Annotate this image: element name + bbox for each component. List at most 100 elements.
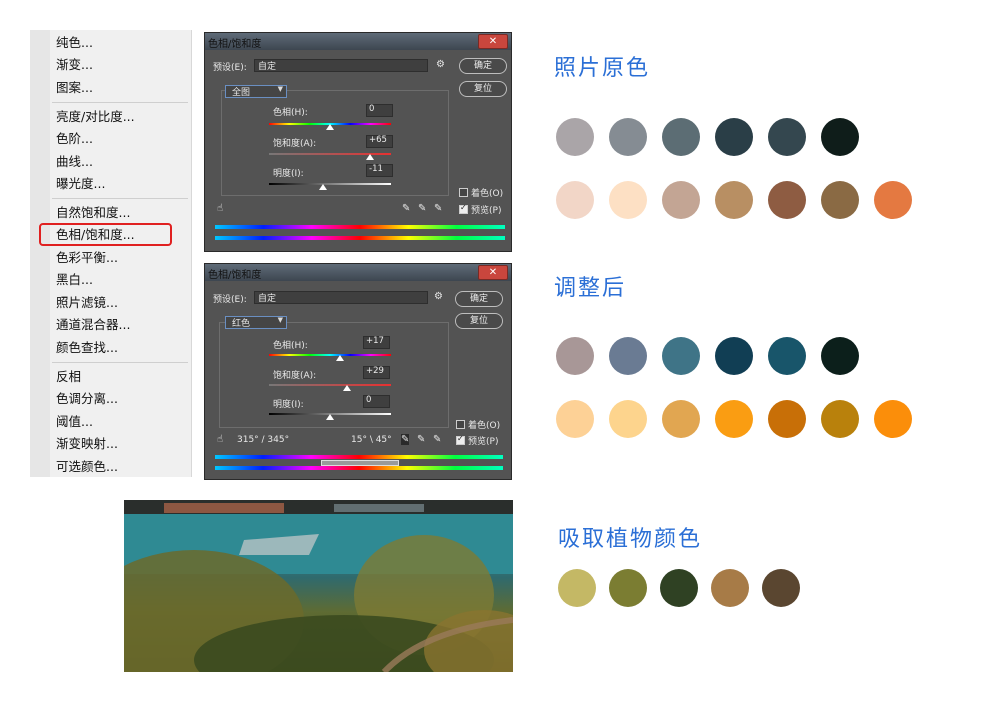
menu-separator bbox=[52, 198, 188, 199]
menu-separator bbox=[52, 102, 188, 103]
preview-label: 预览(P) bbox=[471, 206, 502, 216]
channel-select[interactable]: 全图 ▼ bbox=[225, 85, 287, 98]
color-swatch bbox=[609, 569, 647, 607]
hue-value: 0 bbox=[369, 104, 375, 114]
saturation-slider-thumb[interactable] bbox=[366, 154, 374, 160]
preset-label: 预设(E): bbox=[213, 63, 247, 73]
color-swatch bbox=[768, 337, 806, 375]
color-swatch bbox=[556, 337, 594, 375]
saturation-label: 饱和度(A): bbox=[273, 371, 317, 381]
dialog-title: 色相/饱和度 bbox=[208, 39, 262, 50]
gear-icon[interactable]: ⚙ bbox=[434, 291, 443, 302]
menu-item-photo-filter[interactable]: 照片滤镜... bbox=[56, 295, 118, 311]
eyedropper-subtract-icon[interactable]: ✎ bbox=[433, 434, 441, 445]
menu-item-channel-mixer[interactable]: 通道混合器... bbox=[56, 317, 130, 333]
preset-select[interactable]: 自定 bbox=[254, 59, 428, 72]
menu-item-posterize[interactable]: 色调分离... bbox=[56, 391, 118, 407]
color-swatch bbox=[715, 118, 753, 156]
menu-item-levels[interactable]: 色阶... bbox=[56, 131, 93, 147]
preview-checkbox[interactable] bbox=[456, 434, 465, 445]
hue-input[interactable]: +17 bbox=[363, 336, 390, 349]
hand-adjust-icon[interactable]: ☝ bbox=[217, 434, 223, 445]
hue-slider-thumb[interactable] bbox=[326, 124, 334, 130]
close-icon[interactable]: ✕ bbox=[478, 34, 508, 49]
menu-separator bbox=[52, 362, 188, 363]
preset-value: 自定 bbox=[258, 294, 277, 304]
preview-checkbox[interactable] bbox=[459, 203, 468, 214]
adjustments-menu: 纯色... 渐变... 图案... 亮度/对比度... 色阶... 曲线... … bbox=[30, 30, 192, 477]
hue-slider-thumb[interactable] bbox=[336, 355, 344, 361]
color-bar-top bbox=[215, 225, 505, 229]
color-bar-bottom bbox=[215, 236, 505, 240]
saturation-slider-thumb[interactable] bbox=[343, 385, 351, 391]
colorize-checkbox[interactable] bbox=[459, 188, 468, 197]
saturation-slider-track[interactable] bbox=[269, 384, 391, 386]
hue-value: +17 bbox=[366, 336, 384, 346]
channel-value: 全图 bbox=[232, 88, 251, 98]
lightness-label: 明度(I): bbox=[273, 400, 304, 410]
eyedropper-icon[interactable]: ✎ bbox=[402, 203, 410, 214]
color-swatch bbox=[609, 118, 647, 156]
color-swatch bbox=[715, 400, 753, 438]
heading-original: 照片原色 bbox=[554, 56, 651, 81]
menu-item-vibrance[interactable]: 自然饱和度... bbox=[56, 205, 130, 221]
menu-item-color-balance[interactable]: 色彩平衡... bbox=[56, 250, 118, 266]
saturation-value: +65 bbox=[369, 135, 387, 145]
lightness-slider-thumb[interactable] bbox=[319, 184, 327, 190]
ok-button[interactable]: 确定 bbox=[455, 291, 503, 307]
lightness-input[interactable]: -11 bbox=[366, 164, 393, 177]
eyedropper-add-icon[interactable]: ✎ bbox=[418, 203, 426, 214]
hue-slider-track[interactable] bbox=[269, 354, 391, 356]
color-swatch bbox=[711, 569, 749, 607]
color-swatch bbox=[715, 337, 753, 375]
colorize-label: 着色(O) bbox=[471, 189, 504, 199]
gear-icon[interactable]: ⚙ bbox=[436, 59, 445, 70]
color-swatch bbox=[874, 181, 912, 219]
menu-item-selective-color[interactable]: 可选颜色... bbox=[56, 459, 118, 475]
menu-item-solid-color[interactable]: 纯色... bbox=[56, 35, 93, 51]
reset-button[interactable]: 复位 bbox=[455, 313, 503, 329]
menu-item-threshold[interactable]: 阈值... bbox=[56, 414, 93, 430]
menu-item-gradient[interactable]: 渐变... bbox=[56, 57, 93, 73]
color-swatch bbox=[715, 181, 753, 219]
menu-item-exposure[interactable]: 曝光度... bbox=[56, 176, 105, 192]
hue-input[interactable]: 0 bbox=[366, 104, 393, 117]
menu-icon-strip bbox=[30, 30, 50, 477]
eyedropper-icon[interactable]: ✎ bbox=[401, 434, 410, 445]
channel-select[interactable]: 红色 ▼ bbox=[225, 316, 287, 329]
lightness-input[interactable]: 0 bbox=[363, 395, 390, 408]
lake-photo-art bbox=[124, 500, 513, 672]
range-left-text: 315° / 345° bbox=[237, 435, 290, 445]
menu-item-pattern[interactable]: 图案... bbox=[56, 80, 93, 96]
color-swatch bbox=[821, 181, 859, 219]
eyedropper-add-icon[interactable]: ✎ bbox=[417, 434, 425, 445]
menu-item-gradient-map[interactable]: 渐变映射... bbox=[56, 436, 118, 452]
ok-button[interactable]: 确定 bbox=[459, 58, 507, 74]
color-swatch bbox=[558, 569, 596, 607]
dialog-titlebar: 色相/饱和度 ✕ bbox=[205, 33, 511, 50]
lightness-slider-track[interactable] bbox=[269, 183, 391, 185]
menu-item-black-white[interactable]: 黑白... bbox=[56, 272, 93, 288]
preview-label: 预览(P) bbox=[468, 437, 499, 447]
color-swatch bbox=[662, 181, 700, 219]
dialog-titlebar: 色相/饱和度 ✕ bbox=[205, 264, 511, 281]
close-icon[interactable]: ✕ bbox=[478, 265, 508, 280]
lightness-value: 0 bbox=[366, 395, 372, 405]
saturation-input[interactable]: +29 bbox=[363, 366, 390, 379]
lightness-slider-thumb[interactable] bbox=[326, 414, 334, 420]
menu-item-brightness-contrast[interactable]: 亮度/对比度... bbox=[56, 109, 135, 125]
menu-item-invert[interactable]: 反相 bbox=[56, 369, 81, 385]
reset-button[interactable]: 复位 bbox=[459, 81, 507, 97]
hue-saturation-highlight bbox=[39, 223, 172, 246]
menu-item-color-lookup[interactable]: 颜色查找... bbox=[56, 340, 118, 356]
lake-photo bbox=[124, 500, 513, 672]
color-bar-bottom bbox=[215, 466, 503, 470]
colorize-checkbox[interactable] bbox=[456, 420, 465, 429]
color-swatch bbox=[768, 181, 806, 219]
saturation-input[interactable]: +65 bbox=[366, 135, 393, 148]
heading-adjusted: 调整后 bbox=[554, 276, 627, 301]
eyedropper-subtract-icon[interactable]: ✎ bbox=[434, 203, 442, 214]
preset-select[interactable]: 自定 bbox=[254, 291, 428, 304]
hand-adjust-icon[interactable]: ☝ bbox=[217, 203, 223, 214]
menu-item-curves[interactable]: 曲线... bbox=[56, 154, 93, 170]
